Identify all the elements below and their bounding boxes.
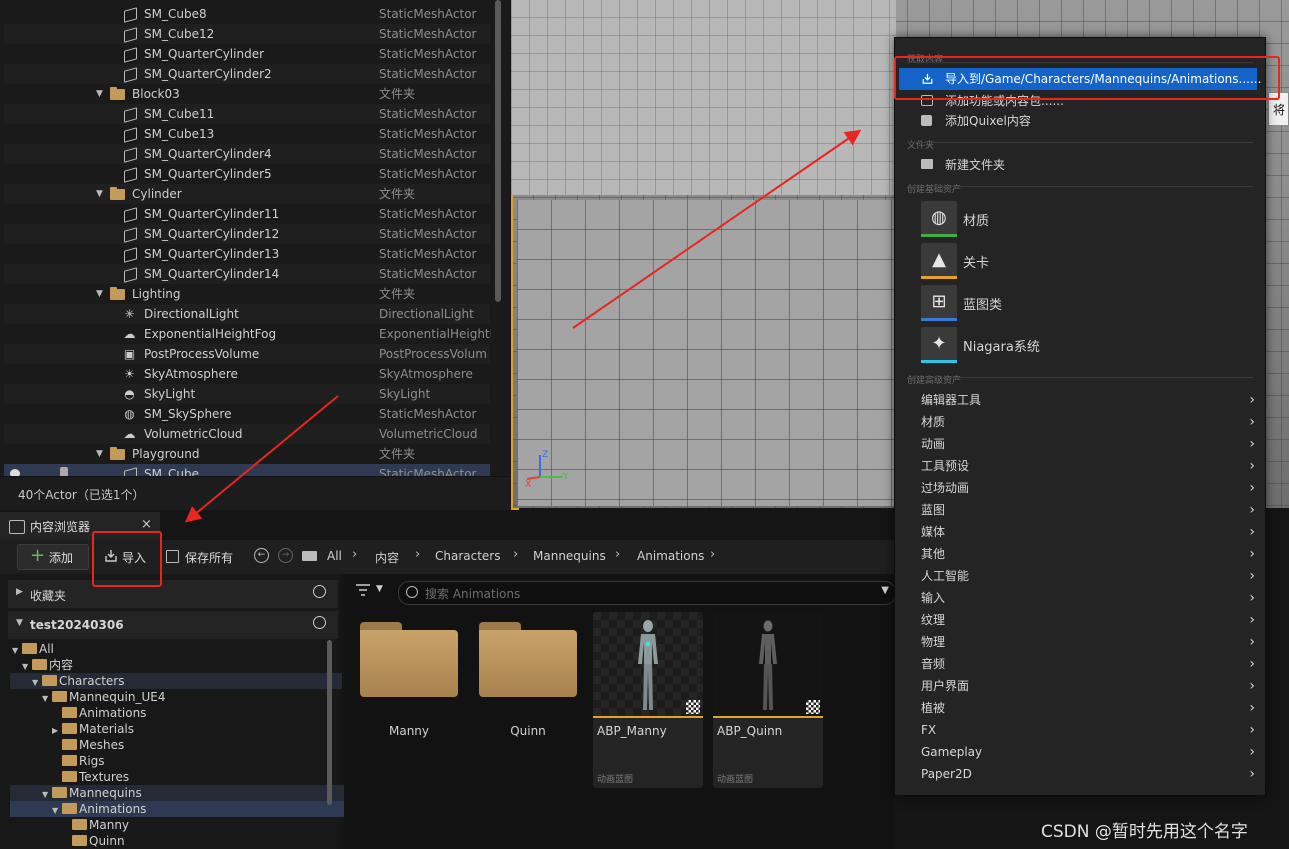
annotation-arrows — [184, 129, 862, 523]
watermark: CSDN @暂时先用这个名字 — [1041, 822, 1248, 842]
